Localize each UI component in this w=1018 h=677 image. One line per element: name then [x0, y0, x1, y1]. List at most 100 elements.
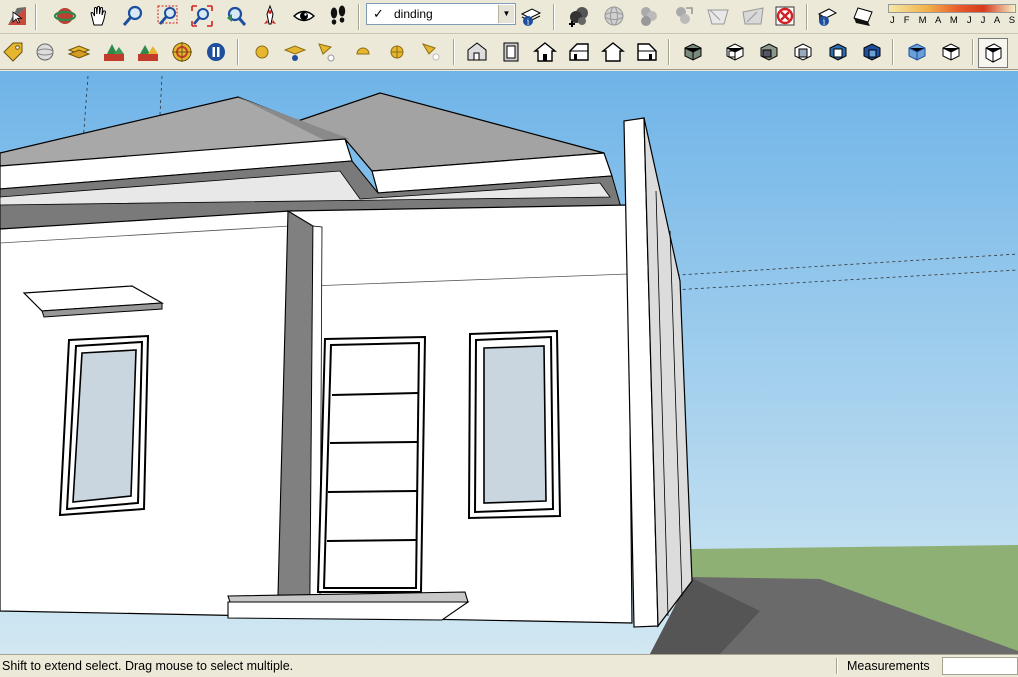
sandbox-smoove-button[interactable]: [249, 39, 275, 65]
pause-button[interactable]: [203, 39, 229, 65]
section-plane-button[interactable]: [680, 39, 706, 65]
measurements-input[interactable]: [942, 657, 1018, 675]
box-blue-icon: [829, 43, 847, 61]
box-lines-icon: [794, 43, 812, 61]
box-textured-icon: [863, 43, 881, 61]
sphere-xray-icon: [36, 43, 54, 61]
landscape-mono-icon: [138, 45, 158, 61]
yellow-sphere-icon: [255, 45, 269, 59]
model-viewport[interactable]: [0, 71, 1018, 654]
xray-style-button[interactable]: [32, 39, 58, 65]
add-location-icon: [569, 7, 588, 27]
split-sphere-icon: [390, 45, 404, 59]
back-view-button[interactable]: [600, 39, 626, 65]
status-message: Shift to extend select. Drag mouse to se…: [2, 659, 294, 673]
shadow-settings-icon: i: [817, 8, 838, 27]
month-gradient: [888, 4, 1016, 13]
layer-dropdown[interactable]: ✓ dinding ▼: [366, 3, 516, 25]
box-shaded-icon: [684, 43, 702, 61]
house-iso-icon: [467, 42, 487, 61]
xray-box-button[interactable]: [904, 39, 930, 65]
hand-icon: [90, 6, 107, 26]
svg-text:i: i: [527, 18, 530, 27]
share-component-button[interactable]: [705, 3, 731, 29]
photo-textures-button[interactable]: [740, 3, 766, 29]
display-shadows-icon: [853, 7, 873, 26]
footprints-icon: [330, 5, 346, 25]
left-view-button[interactable]: [634, 39, 660, 65]
add-location-button[interactable]: [566, 3, 592, 29]
position-camera-tool-button[interactable]: [257, 3, 283, 29]
cube-blue-icon: [908, 43, 926, 61]
shadow-month-slider[interactable]: J F M A M J J A S O N: [886, 2, 1018, 28]
layers-flat-icon: [67, 45, 91, 59]
measurements-label: Measurements: [847, 659, 930, 673]
camera-icon: [264, 4, 276, 25]
sandbox-stamp-button[interactable]: [282, 39, 308, 65]
extension-icon: [775, 6, 795, 26]
zoom-window-icon: [157, 5, 178, 25]
pan-tool-button[interactable]: [86, 3, 112, 29]
display-shadows-button[interactable]: [851, 3, 877, 29]
iso-view-button[interactable]: [464, 39, 490, 65]
chevron-down-icon[interactable]: ▼: [498, 5, 514, 23]
sandbox-from-contours-button[interactable]: [418, 39, 444, 65]
share-component-icon: [707, 9, 729, 25]
layer-manager-button[interactable]: i: [518, 3, 544, 29]
house-model-scene[interactable]: [0, 71, 1018, 654]
share-model-button[interactable]: [670, 3, 696, 29]
styles-tool-button[interactable]: [0, 39, 26, 65]
shaded-style-button[interactable]: [825, 39, 851, 65]
door-panel-line: [327, 490, 418, 493]
door-panel-line: [326, 539, 417, 542]
pause-icon: [207, 43, 225, 61]
look-around-tool-button[interactable]: [291, 3, 317, 29]
photo-textures-icon: [742, 7, 764, 25]
wireframe-style-button[interactable]: [790, 39, 816, 65]
back-edges-button[interactable]: [66, 39, 92, 65]
layer-manager-icon: i: [520, 8, 542, 27]
zoom-window-tool-button[interactable]: [155, 3, 181, 29]
textured-style-button[interactable]: [101, 39, 127, 65]
house-front-icon: [533, 42, 557, 62]
perspective-camera-button[interactable]: [978, 38, 1008, 68]
walk-tool-button[interactable]: [325, 3, 351, 29]
shadow-settings-button[interactable]: i: [814, 3, 840, 29]
toolbar-separator: [806, 4, 808, 30]
display-section-cuts-button[interactable]: [756, 39, 782, 65]
zoom-extents-tool-button[interactable]: [189, 3, 215, 29]
previous-view-tool-button[interactable]: [223, 3, 249, 29]
tag-icon: [3, 42, 23, 62]
sandbox-add-detail-button[interactable]: [350, 39, 376, 65]
select-tool-button[interactable]: [4, 3, 30, 29]
terrain-icon: [604, 6, 624, 26]
magnifier-icon: [122, 5, 143, 26]
hidden-line-button[interactable]: [938, 39, 964, 65]
sandbox-flip-edge-button[interactable]: [384, 39, 410, 65]
display-section-planes-button[interactable]: [722, 39, 748, 65]
zoom-extents-icon: [191, 5, 213, 27]
toolbar-separator: [892, 39, 894, 65]
right-view-button[interactable]: [566, 39, 592, 65]
toggle-terrain-button[interactable]: [601, 3, 627, 29]
door-icon: [503, 42, 519, 62]
front-view-button[interactable]: [532, 39, 558, 65]
select-arrow-icon: [8, 7, 26, 25]
toolbar-separator: [358, 4, 360, 30]
orbit-tool-button[interactable]: [52, 3, 78, 29]
toolbar-separator: [35, 4, 37, 30]
extension-warehouse-button[interactable]: [772, 3, 798, 29]
toolbar-separator: [453, 39, 455, 65]
shaded-textures-style-button[interactable]: [859, 39, 885, 65]
zoom-tool-button[interactable]: [120, 3, 146, 29]
current-layer-name: dinding: [394, 7, 433, 21]
entry-step-front: [227, 601, 470, 621]
monochrome-style-button[interactable]: [135, 39, 161, 65]
cube-perspective-icon: [985, 43, 1002, 63]
half-sphere-icon: [356, 47, 370, 55]
target-button[interactable]: [169, 39, 195, 65]
get-models-button[interactable]: [636, 3, 662, 29]
sandbox-drape-button[interactable]: [314, 39, 340, 65]
top-view-button[interactable]: [498, 39, 524, 65]
toolbar-separator: [972, 39, 974, 65]
